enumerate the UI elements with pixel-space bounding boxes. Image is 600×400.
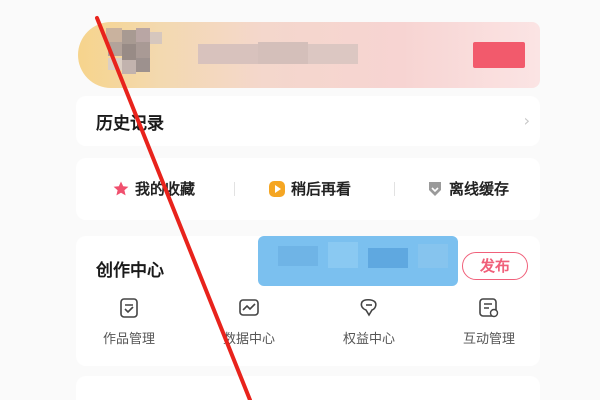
- next-card: [76, 376, 540, 400]
- chart-icon: [239, 299, 259, 316]
- profile-banner[interactable]: [78, 22, 540, 88]
- watch-later-label: 稍后再看: [291, 180, 352, 198]
- works-icon: [120, 298, 138, 318]
- interaction-icon: [479, 298, 499, 318]
- creator-center-card: 创作中心 发布 作品管理 数据中心 权益中心 互动管理: [76, 236, 540, 366]
- publish-button[interactable]: 发布: [462, 252, 528, 280]
- favorites-label: 我的收藏: [135, 180, 196, 198]
- screen: 历史记录 › 我的收藏 稍后再看 离线缓存 创作中心 发布 作品管理 数据中心 …: [0, 0, 600, 400]
- favorites-shortcut[interactable]: 我的收藏: [112, 178, 195, 199]
- vip-badge[interactable]: [473, 42, 525, 68]
- play-icon: [269, 180, 285, 197]
- data-center[interactable]: 数据中心: [204, 296, 294, 347]
- chevron-right-icon: ›: [523, 111, 530, 130]
- rights-center[interactable]: 权益中心: [324, 296, 414, 347]
- interaction-management[interactable]: 互动管理: [444, 296, 534, 347]
- history-row[interactable]: 历史记录 ›: [76, 96, 540, 146]
- shortcut-bar: 我的收藏 稍后再看 离线缓存: [76, 158, 540, 220]
- divider: [394, 182, 395, 196]
- works-management[interactable]: 作品管理: [84, 296, 174, 347]
- rights-icon: [360, 298, 377, 317]
- offline-cache-label: 离线缓存: [449, 180, 510, 198]
- history-title: 历史记录: [96, 114, 164, 134]
- redacted-area: [258, 236, 458, 286]
- offline-cache-shortcut[interactable]: 离线缓存: [426, 178, 509, 199]
- download-icon: [429, 181, 441, 196]
- data-center-label: 数据中心: [222, 332, 275, 347]
- works-management-label: 作品管理: [102, 332, 155, 347]
- divider: [234, 182, 235, 196]
- watch-later-shortcut[interactable]: 稍后再看: [268, 178, 351, 199]
- rights-center-label: 权益中心: [342, 332, 395, 347]
- interaction-management-label: 互动管理: [462, 332, 515, 347]
- creator-center-title: 创作中心: [96, 261, 164, 281]
- star-icon: [113, 181, 129, 195]
